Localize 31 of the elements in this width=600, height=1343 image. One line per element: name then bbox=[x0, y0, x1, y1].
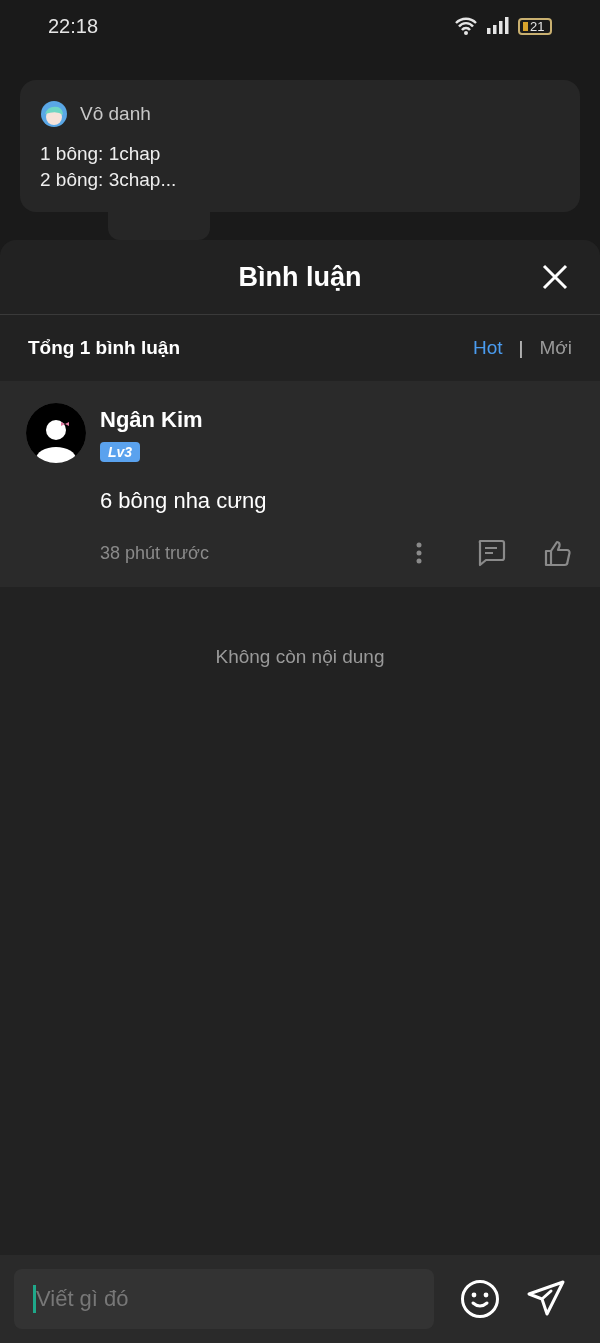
sort-tab[interactable]: Mới bbox=[539, 333, 572, 363]
comment-input[interactable]: Viết gì đó bbox=[14, 1269, 434, 1329]
smiley-icon bbox=[460, 1279, 500, 1319]
comment-author: Ngân Kim bbox=[100, 406, 203, 434]
more-button[interactable] bbox=[416, 542, 422, 564]
notification-text: 1 bông: 1chap bbox=[40, 141, 161, 166]
like-button[interactable] bbox=[544, 539, 572, 567]
notification-text: 2 bông: 3chap... bbox=[40, 167, 177, 192]
level-badge: Lv3 bbox=[100, 442, 141, 462]
more-icon bbox=[416, 542, 422, 564]
signal-icon bbox=[486, 17, 510, 35]
end-message: Không còn nội dung bbox=[215, 645, 385, 669]
clock: 22:18 bbox=[48, 14, 99, 39]
close-button[interactable] bbox=[542, 264, 568, 290]
close-icon bbox=[542, 264, 568, 290]
comment-count: Tổng 1 bình luận bbox=[28, 335, 180, 360]
notification-author: Vô danh bbox=[80, 102, 151, 126]
text-cursor bbox=[33, 1285, 36, 1313]
battery-indicator: 21 bbox=[518, 17, 552, 35]
emoji-button[interactable] bbox=[460, 1279, 500, 1319]
comment-text: 6 bông nha cưng bbox=[100, 487, 267, 515]
reply-button[interactable] bbox=[476, 539, 506, 567]
wifi-icon bbox=[454, 16, 478, 36]
comment-time: 38 phút trước bbox=[100, 541, 209, 565]
sort-tab[interactable]: Hot bbox=[472, 333, 503, 363]
sheet-title: Bình luận bbox=[238, 260, 362, 294]
tab-separator: | bbox=[518, 335, 524, 360]
avatar-icon bbox=[26, 403, 86, 463]
comment-icon bbox=[476, 539, 506, 567]
thumbs-up-icon bbox=[544, 539, 572, 567]
avatar-icon bbox=[40, 100, 68, 129]
